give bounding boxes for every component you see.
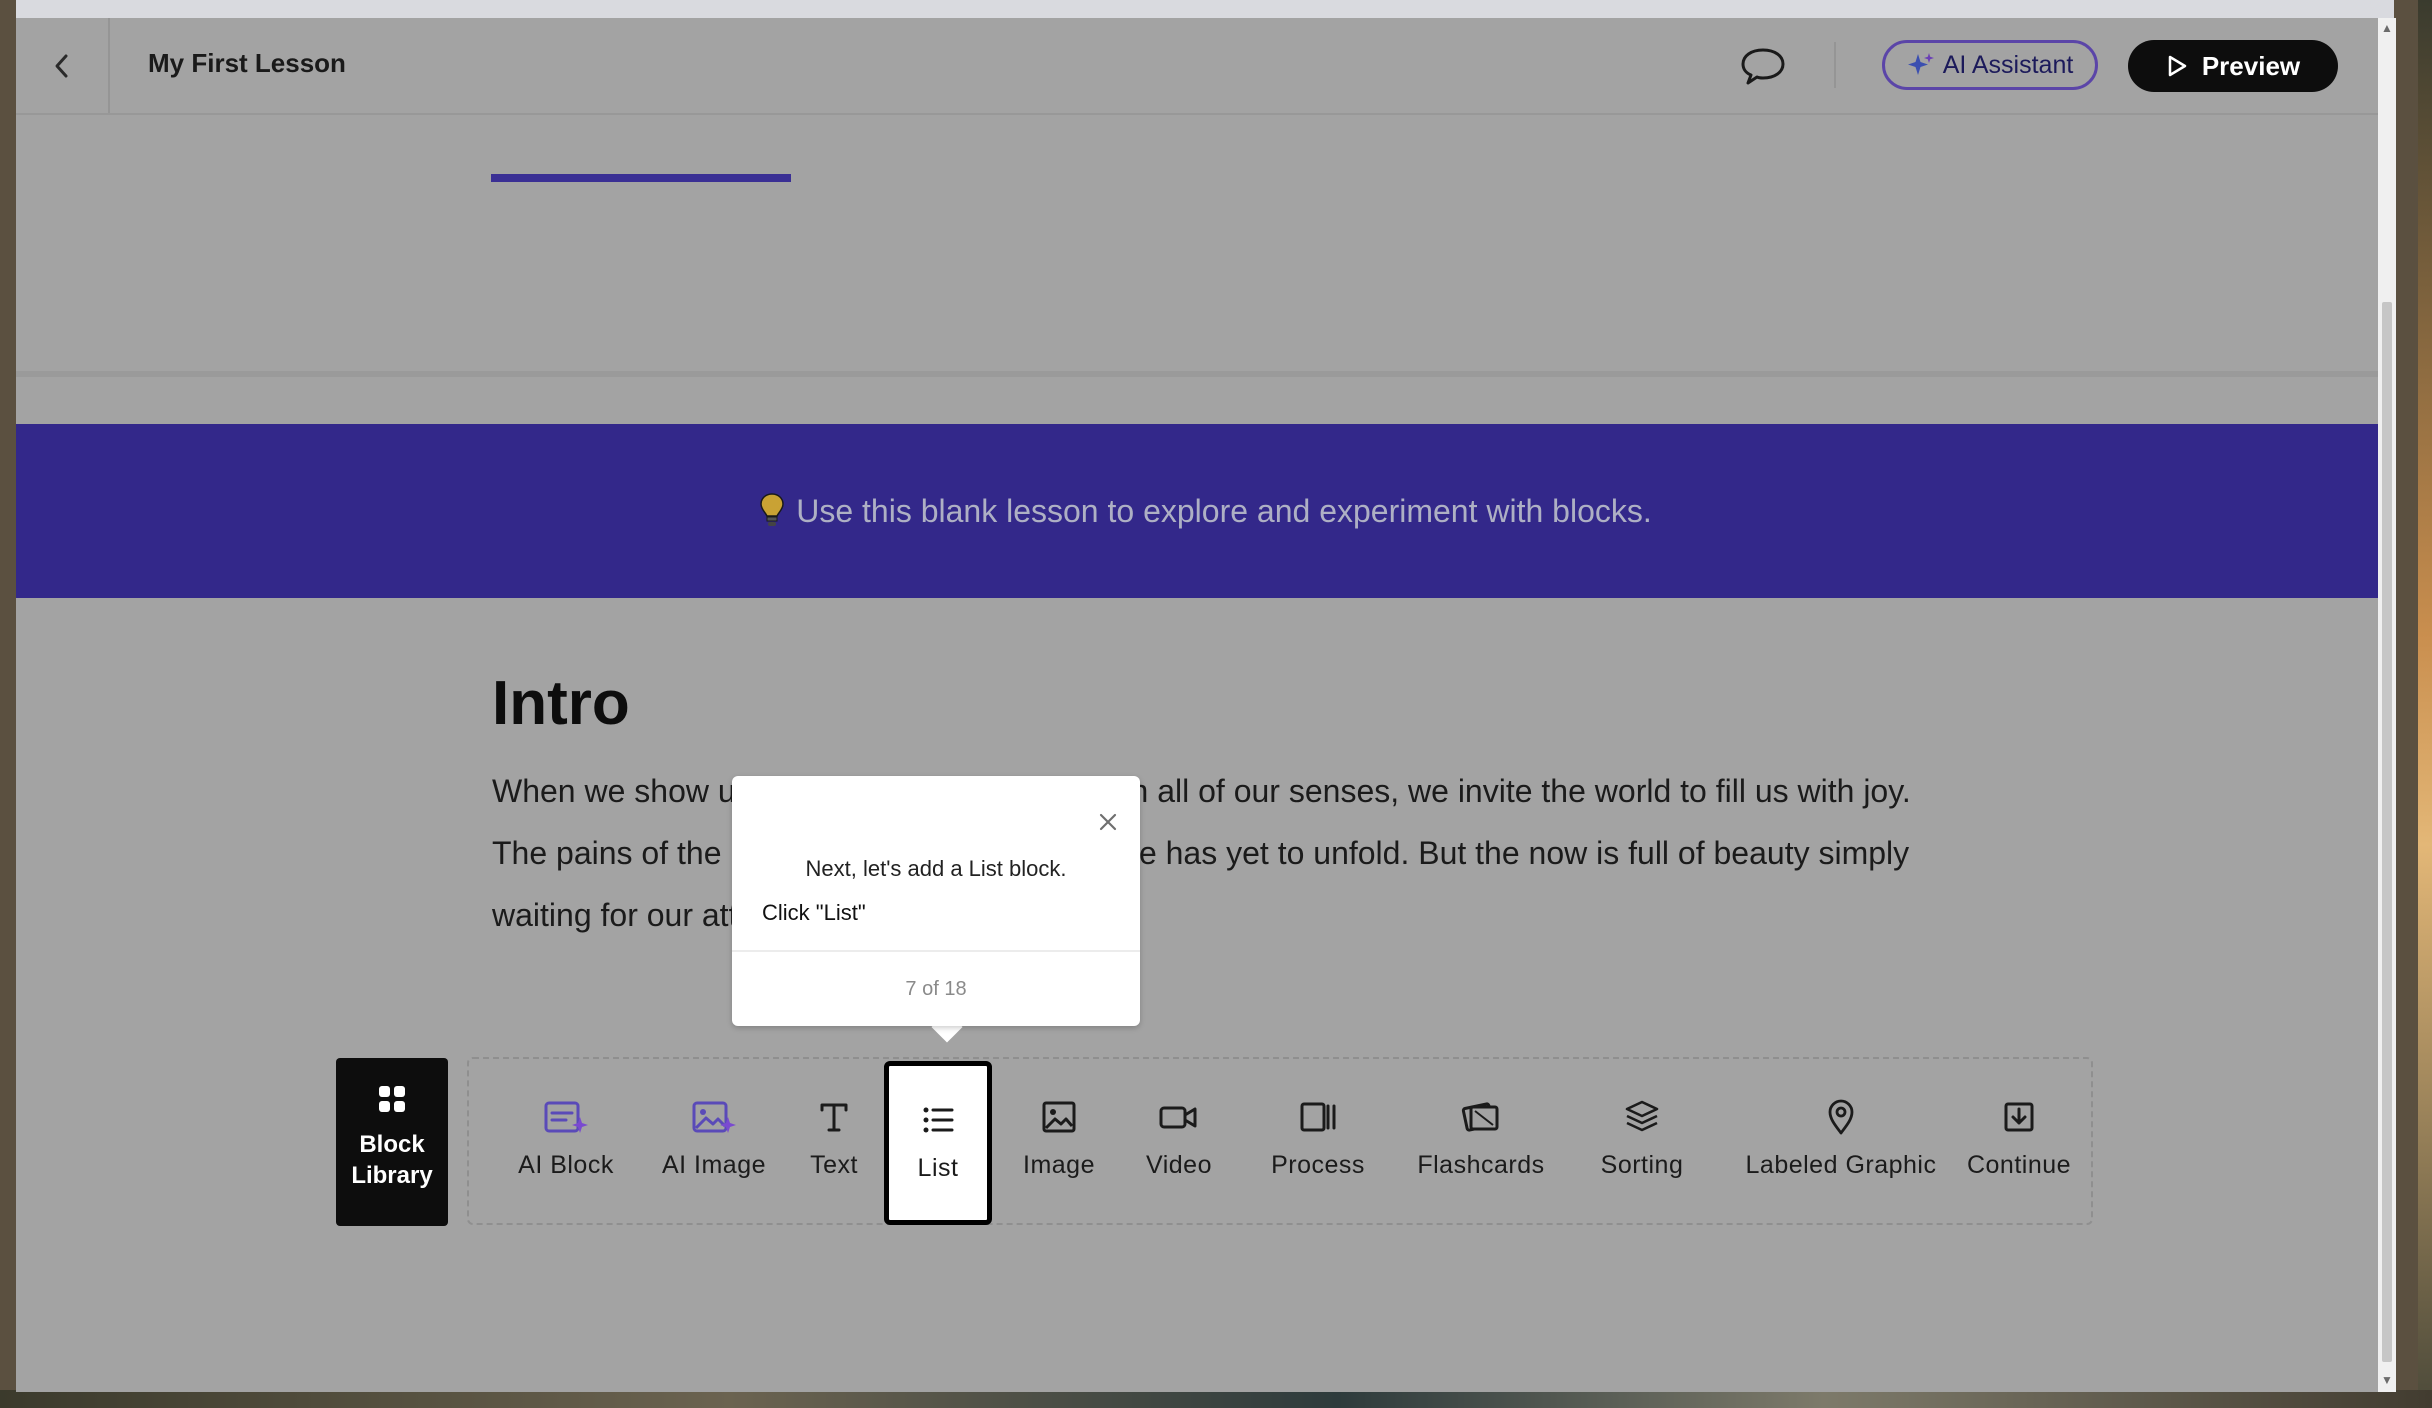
image-icon [1042,1101,1076,1133]
ai-assistant-button[interactable]: AI Assistant [1882,40,2098,90]
preview-button[interactable]: Preview [2128,40,2338,92]
banner-text: Use this blank lesson to explore and exp… [796,492,1652,529]
grid-icon [379,1086,405,1112]
info-banner: Use this blank lesson to explore and exp… [16,424,2394,598]
block-label: Text [810,1151,858,1179]
tooltip-step-counter: 7 of 18 [905,978,967,1000]
block-label: Process [1271,1151,1365,1179]
header-divider [1834,42,1836,88]
process-icon [1300,1102,1336,1132]
tooltip-separator [732,950,1140,952]
block-label: AI Block [518,1151,614,1179]
ai-image-icon [692,1101,736,1133]
desktop-wallpaper-right [2418,0,2432,1408]
map-pin-icon [1828,1099,1854,1135]
chevron-left-icon [55,54,68,77]
block-continue[interactable]: Continue [1949,1059,2089,1223]
onboarding-tooltip: Next, let's add a List block. Click "Lis… [732,776,1140,1026]
desktop-wallpaper-bottom [0,1390,2432,1408]
sparkle-icon [1907,53,1934,75]
block-library-label-2: Library [351,1162,433,1189]
tooltip-instruction: Click "List" [762,900,866,925]
lightbulb-icon [760,493,784,526]
block-label: Flashcards [1417,1151,1545,1179]
block-label: Video [1146,1151,1212,1179]
block-labeled-graphic[interactable]: Labeled Graphic [1721,1059,1961,1223]
block-label: Image [1023,1151,1095,1179]
block-video[interactable]: Video [1129,1059,1229,1223]
content-paragraph[interactable]: When we show up to the present moment wi… [492,760,1922,946]
play-icon [2168,55,2187,77]
block-label: AI Image [661,1151,767,1179]
scroll-thumb[interactable] [2382,302,2392,1362]
scroll-down-arrow-icon[interactable]: ▼ [2381,1374,2393,1386]
block-label: Sorting [1600,1151,1684,1179]
block-sorting[interactable]: Sorting [1579,1059,1705,1223]
list-icon [923,1107,954,1133]
close-icon [1099,813,1117,831]
quick-insert-toolbar: AI Block AI Image Text List Image Video … [467,1057,2093,1225]
block-ai-block[interactable]: AI Block [507,1059,625,1223]
block-library-button[interactable]: Block Library [336,1058,448,1226]
scroll-up-arrow-icon[interactable]: ▲ [2381,22,2393,34]
text-icon [820,1103,848,1132]
block-flashcards[interactable]: Flashcards [1401,1059,1561,1223]
tooltip-close-button[interactable] [1096,810,1120,834]
flashcards-icon [1461,1102,1499,1132]
block-process[interactable]: Process [1253,1059,1383,1223]
comments-button[interactable] [1738,44,1788,88]
block-text[interactable]: Text [799,1059,869,1223]
content-heading[interactable]: Intro [492,668,630,739]
page-scrollbar[interactable]: ▲ ▼ [2378,18,2396,1392]
block-label: List [917,1154,959,1182]
comment-icon [1741,48,1785,85]
block-label: Labeled Graphic [1745,1151,1937,1179]
block-ai-image[interactable]: AI Image [651,1059,777,1223]
back-button[interactable] [16,18,110,113]
ai-block-icon [544,1101,588,1133]
block-label: Continue [1966,1151,2072,1179]
video-icon [1159,1106,1197,1129]
lesson-progress-bar [491,174,791,182]
block-image[interactable]: Image [1009,1059,1109,1223]
block-list[interactable]: List [884,1061,992,1225]
ai-assistant-label: AI Assistant [1942,50,2074,79]
window-top-strip [16,0,2394,18]
block-library-label-1: Block [359,1131,425,1158]
app-window: My First Lesson AI Assistant Preview Use… [16,0,2394,1392]
section-divider [16,371,2394,377]
tooltip-message: Next, let's add a List block. [805,856,1067,881]
sorting-icon [1625,1100,1659,1132]
continue-icon [2004,1102,2034,1132]
lesson-header: My First Lesson AI Assistant Preview [16,18,2394,115]
preview-label: Preview [2201,50,2301,81]
lesson-title: My First Lesson [148,48,346,78]
